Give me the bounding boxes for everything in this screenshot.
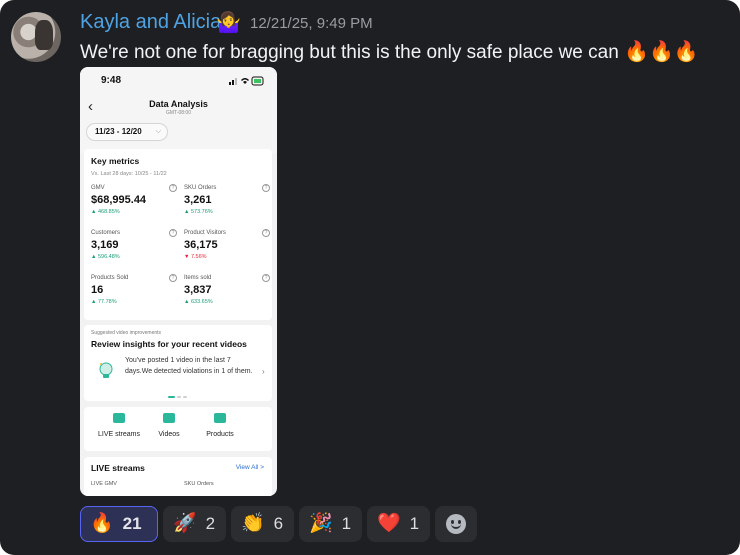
metric-value: 36,175 — [184, 239, 218, 251]
message-window: Kayla and Alicia 🤷‍♀️ 12/21/25, 9:49 PM … — [0, 0, 740, 555]
lightbulb-icon — [99, 362, 113, 378]
metric-products-sold[interactable]: Products Sold ? 16 ▲ 77.78% — [91, 274, 177, 317]
video-insights-card[interactable]: Suggested video improvements Review insi… — [84, 325, 272, 401]
metric-label: Products Sold — [91, 275, 129, 281]
metric-label: Product Visitors — [184, 230, 226, 236]
insights-title: Review insights for your recent videos — [91, 339, 247, 349]
product-icon — [214, 413, 226, 423]
help-icon[interactable]: ? — [262, 184, 270, 192]
phone-status-bar: 9:48 — [80, 67, 277, 93]
metric-gmv[interactable]: GMV ? $68,995.44 ▲ 468.85% — [91, 184, 177, 227]
help-icon[interactable]: ? — [169, 184, 177, 192]
reaction-fire[interactable]: 🔥 21 — [80, 506, 158, 542]
rocket-emoji-icon: 🚀 — [173, 513, 197, 534]
metric-change: ▲ 633.65% — [184, 299, 213, 305]
metric-change: ▲ 77.78% — [91, 299, 117, 305]
phone-time: 9:48 — [101, 75, 122, 86]
shortcut-live-streams[interactable]: LIVE streams — [96, 413, 142, 438]
reaction-party[interactable]: 🎉 1 — [299, 506, 362, 542]
view-all-link[interactable]: View All > — [236, 464, 264, 471]
reaction-count: 6 — [273, 514, 284, 533]
fire-emoji-icon: 🔥 — [90, 513, 114, 534]
key-metrics-card: Key metrics Vs. Last 28 days: 10/25 - 11… — [84, 149, 272, 320]
help-icon[interactable]: ? — [262, 229, 270, 237]
metric-label: GMV — [91, 185, 105, 191]
message-text-row: We're not one for bragging but this is t… — [80, 39, 699, 64]
date-range-label: 11/23 - 12/20 — [95, 127, 142, 136]
reaction-count: 1 — [341, 514, 352, 533]
party-popper-emoji-icon: 🎉 — [309, 513, 333, 534]
live-streams-card: LIVE streams View All > LIVE GMV SKU Ord… — [84, 457, 272, 496]
reaction-rocket[interactable]: 🚀 2 — [163, 506, 226, 542]
metric-change: ▼ 7.56% — [184, 254, 207, 260]
date-range-selector[interactable]: 11/23 - 12/20 ⌵ — [86, 123, 168, 141]
message-text: We're not one for bragging but this is t… — [80, 42, 619, 63]
metric-change: ▲ 468.85% — [91, 209, 120, 215]
metric-label: Items sold — [184, 275, 212, 281]
metric-items-sold[interactable]: Items sold ? 3,837 ▲ 633.65% — [184, 274, 270, 317]
metric-value: 3,261 — [184, 194, 212, 206]
shortcuts-card: LIVE streams Videos Products — [84, 407, 272, 451]
avatar[interactable] — [11, 12, 61, 62]
shortcut-products[interactable]: Products — [202, 413, 238, 438]
message-timestamp: 12/21/25, 9:49 PM — [250, 15, 373, 32]
metric-value: 3,837 — [184, 284, 212, 296]
video-icon — [163, 413, 175, 423]
shortcut-label: LIVE streams — [97, 431, 140, 438]
chevron-right-icon[interactable]: › — [262, 367, 265, 376]
page-title: Data Analysis — [149, 99, 208, 109]
shortcut-label: Products — [206, 431, 234, 438]
heart-emoji-icon: ❤️ — [377, 513, 401, 534]
metric-change: ▲ 573.76% — [184, 209, 213, 215]
metric-value: 3,169 — [91, 239, 119, 251]
metric-product-visitors[interactable]: Product Visitors ? 36,175 ▼ 7.56% — [184, 229, 270, 272]
insights-body: You've posted 1 video in the last 7 days… — [125, 357, 253, 375]
attached-screenshot[interactable]: 9:48 ‹ Data Analysis GMT-08:00 11/23 - 1… — [80, 67, 277, 496]
metric-label: SKU Orders — [184, 185, 217, 191]
live-streams-title: LIVE streams — [91, 463, 145, 473]
chevron-down-icon: ⌵ — [155, 128, 161, 135]
reaction-count: 2 — [205, 514, 216, 533]
live-sku-orders-label: SKU Orders — [184, 481, 214, 487]
live-gmv-label: LIVE GMV — [91, 481, 117, 487]
metric-value: $68,995.44 — [91, 194, 147, 206]
key-metrics-title: Key metrics — [91, 156, 140, 166]
add-reaction-button[interactable] — [435, 506, 477, 542]
help-icon[interactable]: ? — [169, 274, 177, 282]
analysis-header: ‹ Data Analysis GMT-08:00 11/23 - 12/20 … — [80, 93, 277, 153]
clap-emoji-icon: 👏 — [241, 513, 265, 534]
reaction-clap[interactable]: 👏 6 — [231, 506, 294, 542]
metric-label: Customers — [91, 230, 121, 236]
author-name[interactable]: Kayla and Alicia — [80, 11, 221, 34]
metric-change: ▲ 596.48% — [91, 254, 120, 260]
signal-wifi-battery-icon — [229, 76, 264, 86]
reaction-count: 21 — [122, 514, 142, 533]
shortcut-label: Videos — [158, 431, 180, 438]
help-icon[interactable]: ? — [262, 274, 270, 282]
insights-tag: Suggested video improvements — [91, 330, 162, 336]
author-emoji: 🤷‍♀️ — [216, 12, 241, 34]
comparison-period: Vs. Last 28 days: 10/25 - 11/22 — [91, 171, 167, 177]
fire-emojis: 🔥🔥🔥 — [624, 41, 699, 63]
reaction-heart[interactable]: ❤️ 1 — [367, 506, 430, 542]
help-icon[interactable]: ? — [169, 229, 177, 237]
shortcut-videos[interactable]: Videos — [154, 413, 184, 438]
metric-customers[interactable]: Customers ? 3,169 ▲ 596.48% — [91, 229, 177, 272]
live-stream-icon — [113, 413, 125, 423]
add-reaction-smiley-icon — [446, 514, 466, 534]
metric-value: 16 — [91, 284, 104, 296]
metric-sku-orders[interactable]: SKU Orders ? 3,261 ▲ 573.76% — [184, 184, 270, 227]
carousel-dots — [168, 396, 188, 398]
timezone-label: GMT-08:00 — [165, 110, 191, 116]
reaction-count: 1 — [409, 514, 420, 533]
